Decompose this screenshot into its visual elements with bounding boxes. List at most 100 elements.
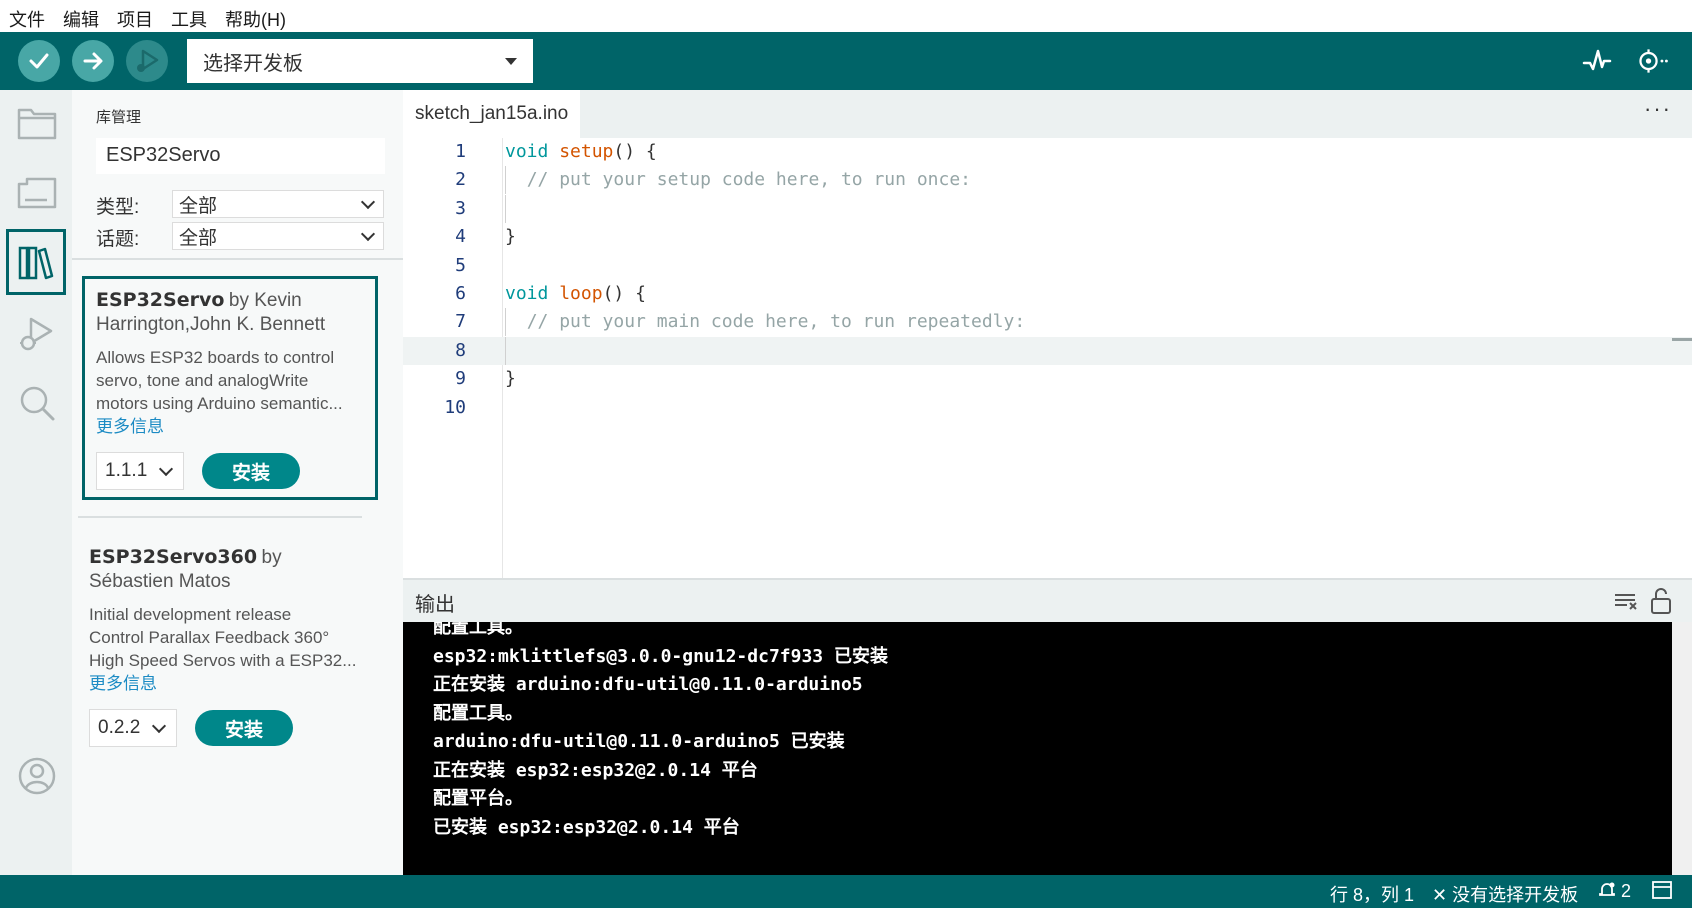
version-select[interactable]: 0.2.2 bbox=[89, 709, 177, 747]
code-text: } bbox=[505, 368, 516, 390]
line-number: 3 bbox=[455, 197, 466, 219]
line-number: 1 bbox=[455, 141, 466, 162]
editor-tabs: sketch_jan15a.ino ··· bbox=[403, 90, 1692, 138]
code-text: } bbox=[505, 226, 516, 248]
indent-guide bbox=[505, 166, 506, 195]
serial-monitor-button[interactable] bbox=[1636, 44, 1670, 78]
output-line: 正在安装 arduino:dfu-util@0.11.0-arduino5 bbox=[433, 674, 863, 695]
debug-icon bbox=[20, 317, 53, 351]
filter-type-select[interactable]: 全部 bbox=[172, 190, 384, 218]
output-header: 输出 bbox=[403, 578, 1692, 622]
arrow-right-icon bbox=[83, 52, 103, 70]
library-description-line: High Speed Servos with a ESP32... bbox=[89, 651, 357, 670]
output-line: 配置工具。 bbox=[433, 702, 523, 724]
caret-down-icon bbox=[505, 57, 517, 65]
code-line[interactable]: 9} bbox=[403, 365, 1692, 393]
library-author: Sébastien Matos bbox=[89, 571, 231, 592]
debug-icon bbox=[137, 49, 159, 72]
code-line[interactable]: 10 bbox=[403, 394, 1692, 422]
library-description: Initial development release Control Para… bbox=[89, 603, 385, 672]
sidebar bbox=[0, 90, 72, 875]
toggle-panel-button[interactable] bbox=[1652, 881, 1672, 904]
version-value: 0.2.2 bbox=[98, 717, 141, 738]
menu-edit[interactable]: 编辑 bbox=[54, 0, 108, 32]
library-by: by bbox=[261, 547, 282, 568]
menu-sketch[interactable]: 项目 bbox=[108, 0, 162, 32]
clear-output-button[interactable] bbox=[1613, 588, 1639, 614]
install-button[interactable]: 安装 bbox=[195, 710, 293, 746]
cursor-position: 行 8，列 1 bbox=[1330, 885, 1415, 905]
sidebar-item-boards[interactable] bbox=[12, 168, 62, 218]
output-console: 配置工具。 esp32:mklittlefs@3.0.0-gnu12-dc7f93… bbox=[403, 622, 1672, 875]
library-item-esp32servo360[interactable]: ESP32Servo360 by Sébastien Matos Initial… bbox=[82, 536, 392, 757]
upload-button[interactable] bbox=[72, 40, 114, 82]
profile-icon bbox=[18, 757, 56, 795]
tab-sketch[interactable]: sketch_jan15a.ino bbox=[403, 90, 581, 138]
sidebar-item-library[interactable] bbox=[6, 229, 66, 295]
filter-type-label: 类型: bbox=[96, 197, 140, 218]
library-description: Allows ESP32 boards to control servo, to… bbox=[96, 346, 364, 415]
line-number: 9 bbox=[455, 368, 466, 390]
code-line[interactable]: 2 // put your setup code here, to run on… bbox=[403, 166, 1692, 195]
code-line[interactable]: 8 bbox=[403, 336, 1692, 365]
output-scrollbar[interactable] bbox=[1672, 622, 1692, 875]
debug-button[interactable] bbox=[126, 40, 168, 82]
more-info-link[interactable]: 更多信息 bbox=[96, 415, 364, 438]
notifications[interactable]: 2 bbox=[1598, 881, 1631, 902]
toolbar: 选择开发板 bbox=[0, 32, 1692, 90]
code-line[interactable]: 5 bbox=[403, 252, 1692, 280]
output-line: 配置工具。 bbox=[433, 622, 523, 638]
folder-icon bbox=[17, 108, 57, 140]
library-description-line: servo, tone and analogWrite bbox=[96, 371, 309, 390]
pulse-icon bbox=[1582, 49, 1612, 71]
verify-button[interactable] bbox=[18, 40, 60, 82]
library-name: ESP32Servo bbox=[96, 289, 225, 311]
code-line[interactable]: 4} bbox=[403, 223, 1692, 251]
filter-topic-value: 全部 bbox=[179, 227, 218, 249]
board-icon bbox=[17, 177, 57, 209]
serial-plotter-button[interactable] bbox=[1580, 44, 1614, 78]
more-options-icon[interactable]: ··· bbox=[1644, 96, 1672, 122]
scroll-lock-button[interactable] bbox=[1649, 587, 1675, 615]
code-line[interactable]: 6 void loop() { bbox=[403, 280, 1692, 308]
line-number: 10 bbox=[444, 396, 466, 418]
divider bbox=[72, 258, 403, 260]
library-description-line: Allows ESP32 boards to control bbox=[96, 348, 335, 367]
code-line[interactable]: 7 // put your main code here, to run rep… bbox=[403, 308, 1692, 337]
sidebar-item-sketchbook[interactable] bbox=[12, 98, 62, 148]
board-status[interactable]: ✕ 没有选择开发板 bbox=[1432, 881, 1578, 907]
menu-help[interactable]: 帮助(H) bbox=[216, 0, 295, 32]
more-info-link[interactable]: 更多信息 bbox=[89, 672, 385, 695]
output-line: 配置平台。 bbox=[433, 788, 523, 809]
magnifier-dots-icon bbox=[1639, 49, 1668, 73]
code-text: // put your main code here, to run repea… bbox=[526, 311, 1026, 333]
library-description-line: Control Parallax Feedback 360° bbox=[89, 628, 330, 647]
code-text: void setup() { bbox=[505, 141, 657, 162]
sidebar-item-profile[interactable] bbox=[12, 751, 62, 801]
filter-topic-select[interactable]: 全部 bbox=[172, 222, 384, 250]
line-number: 7 bbox=[455, 311, 466, 333]
board-select[interactable]: 选择开发板 bbox=[187, 39, 533, 83]
menu-file[interactable]: 文件 bbox=[0, 0, 54, 32]
code-line[interactable]: 3 bbox=[403, 194, 1692, 223]
sidebar-item-search[interactable] bbox=[12, 378, 62, 428]
library-author: Harrington,John K. Bennett bbox=[96, 314, 326, 335]
library-description-line: Initial development release bbox=[89, 605, 292, 624]
sidebar-item-debug[interactable] bbox=[12, 308, 62, 358]
install-button[interactable]: 安装 bbox=[202, 453, 300, 489]
library-search-input[interactable]: ESP32Servo bbox=[96, 138, 385, 174]
version-select[interactable]: 1.1.1 bbox=[96, 452, 184, 490]
clear-output-icon bbox=[1615, 594, 1637, 610]
board-select-label: 选择开发板 bbox=[203, 52, 303, 75]
output-line: arduino:dfu-util@0.11.0-arduino5 已安装 bbox=[433, 731, 845, 752]
close-icon: ✕ bbox=[1432, 885, 1448, 905]
code-line[interactable]: 1 void setup() { bbox=[403, 138, 1692, 166]
output-line: 已安装 esp32:esp32@2.0.14 平台 bbox=[433, 816, 740, 838]
bell-icon bbox=[1599, 882, 1615, 896]
code-editor[interactable]: 1 void setup() { 2 // put your setup code … bbox=[403, 138, 1692, 578]
output-title: 输出 bbox=[415, 594, 455, 616]
line-number: 8 bbox=[455, 339, 466, 361]
menu-tools[interactable]: 工具 bbox=[162, 0, 216, 32]
code-text: // put your setup code here, to run once… bbox=[526, 169, 972, 191]
library-item-esp32servo[interactable]: ESP32Servo by Kevin Harrington,John K. B… bbox=[82, 276, 378, 500]
